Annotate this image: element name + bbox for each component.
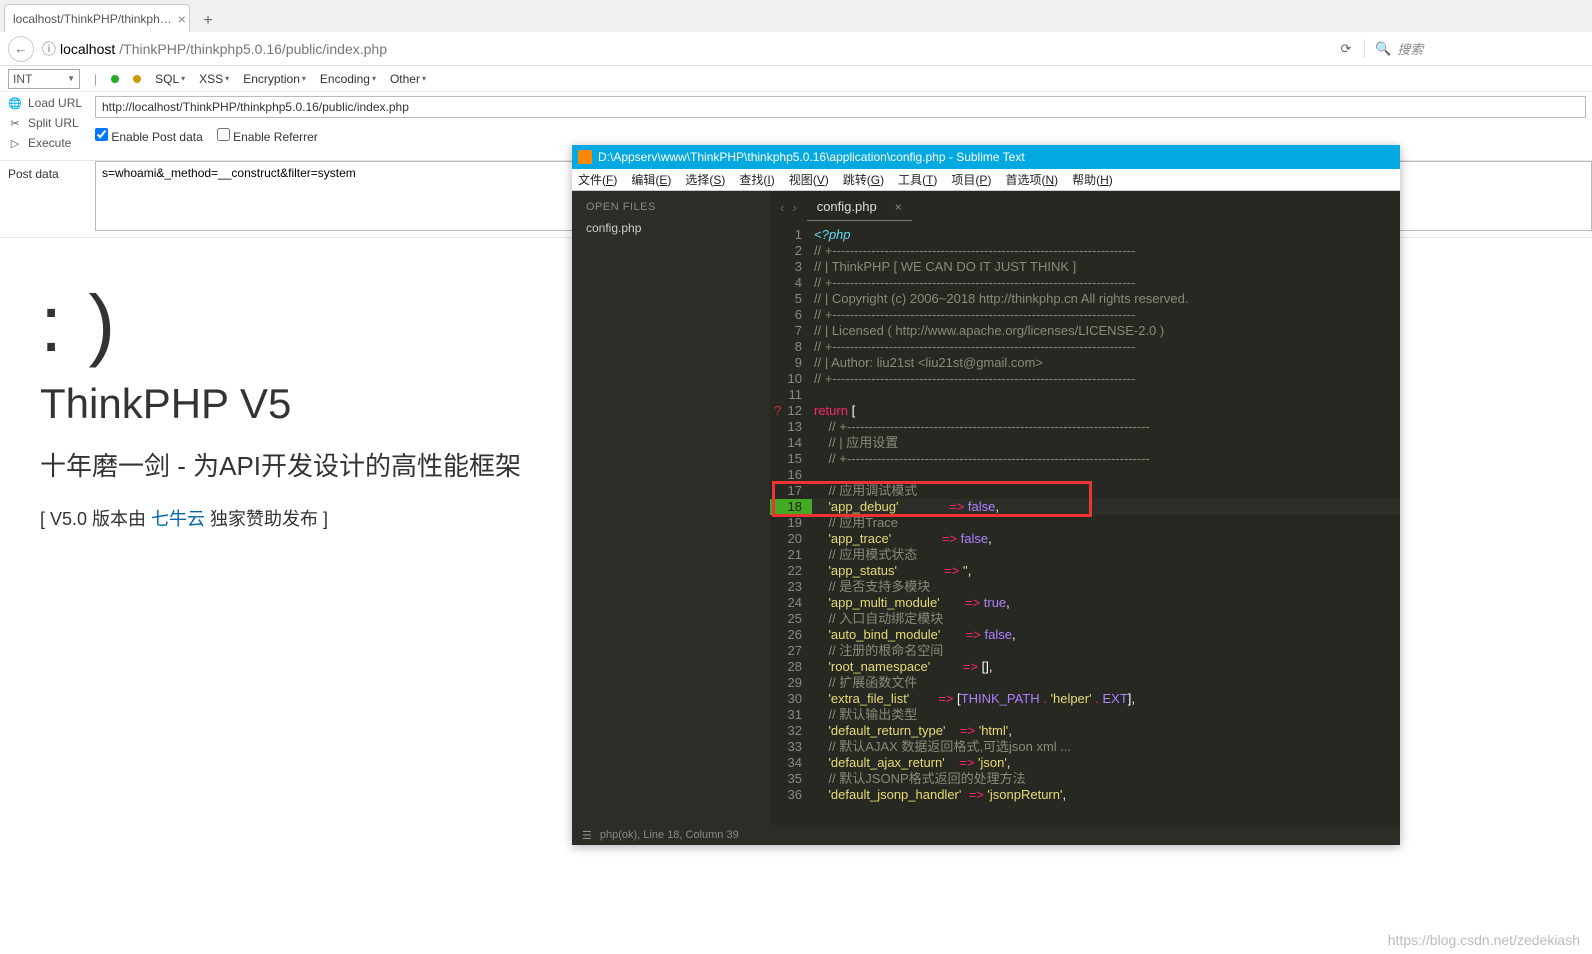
url-host: localhost [60, 41, 115, 57]
hackbar-menu-encryption[interactable]: Encryption▾ [243, 72, 306, 86]
sublime-icon [578, 150, 592, 164]
info-icon: ⓘ [42, 39, 56, 59]
sublime-sidebar: OPEN FILES config.php [572, 191, 770, 825]
status-text: php(ok), Line 18, Column 39 [600, 829, 739, 841]
status-dot-yellow [133, 75, 141, 83]
play-icon: ▷ [8, 136, 22, 150]
menu-item[interactable]: 视图(V) [789, 171, 829, 188]
status-dot-green [111, 75, 119, 83]
tab-label: config.php [817, 199, 877, 214]
split-url-button[interactable]: ✂Split URL [8, 116, 87, 130]
menu-item[interactable]: 选择(S) [685, 171, 725, 188]
editor-tab[interactable]: config.php × [807, 193, 912, 221]
search-placeholder: 搜索 [1397, 39, 1423, 58]
dropdown-label: INT [13, 72, 32, 86]
tab-strip: localhost/ThinkPHP/thinkph… × + [0, 0, 1592, 32]
editor-tabs: ‹ › config.php × [770, 191, 1400, 223]
encoding-dropdown[interactable]: INT ▼ [8, 69, 80, 89]
sublime-titlebar[interactable]: D:\Appserv\www\ThinkPHP\thinkphp5.0.16\a… [572, 145, 1400, 169]
back-button[interactable]: ← [8, 36, 34, 62]
hackbar-menu-sql[interactable]: SQL▾ [155, 72, 185, 86]
nav-fwd-icon[interactable]: › [792, 200, 796, 215]
menu-icon[interactable]: ☰ [582, 829, 592, 842]
menu-item[interactable]: 跳转(G) [843, 171, 884, 188]
sublime-window: D:\Appserv\www\ThinkPHP\thinkphp5.0.16\a… [572, 145, 1400, 845]
menu-item[interactable]: 查找(I) [739, 171, 774, 188]
code-editor[interactable]: 1<?php2// +-----------------------------… [770, 223, 1400, 825]
hackbar-menu-encoding[interactable]: Encoding▾ [320, 72, 376, 86]
sublime-statusbar: ☰ php(ok), Line 18, Column 39 [572, 825, 1400, 845]
sponsor-link[interactable]: 七牛云 [151, 509, 205, 529]
hackbar-actions: 🌐Load URL ✂Split URL ▷Execute [0, 92, 95, 154]
close-icon[interactable]: × [895, 200, 902, 214]
hackbar-menu-xss[interactable]: XSS▾ [199, 72, 229, 86]
globe-icon: 🌐 [8, 96, 22, 110]
url-path: /ThinkPHP/thinkphp5.0.16/public/index.ph… [119, 41, 387, 57]
chevron-down-icon: ▼ [67, 74, 75, 83]
post-data-label: Post data [0, 161, 95, 231]
reload-button[interactable]: ⟳ [1336, 41, 1356, 57]
menu-item[interactable]: 首选项(N) [1005, 171, 1058, 188]
menu-item[interactable]: 工具(T) [898, 171, 937, 188]
nav-back-icon[interactable]: ‹ [780, 200, 784, 215]
sidebar-file[interactable]: config.php [586, 221, 756, 235]
url-field[interactable]: ⓘ localhost/ThinkPHP/thinkphp5.0.16/publ… [42, 39, 1328, 59]
address-bar: ← ⓘ localhost/ThinkPHP/thinkphp5.0.16/pu… [0, 32, 1592, 66]
close-icon[interactable]: × [178, 11, 186, 27]
execute-button[interactable]: ▷Execute [8, 136, 87, 150]
hackbar-menus: SQL▾ XSS▾ Encryption▾ Encoding▾ Other▾ [155, 72, 426, 86]
watermark: https://blog.csdn.net/zedekiash [1388, 932, 1580, 948]
enable-post-checkbox[interactable]: Enable Post data [95, 128, 203, 144]
hackbar-menu-other[interactable]: Other▾ [390, 72, 426, 86]
search-icon: 🔍 [1375, 41, 1391, 57]
menu-item[interactable]: 编辑(E) [631, 171, 671, 188]
menu-item[interactable]: 项目(P) [951, 171, 991, 188]
window-title: D:\Appserv\www\ThinkPHP\thinkphp5.0.16\a… [598, 150, 1025, 164]
scissors-icon: ✂ [8, 116, 22, 130]
menu-item[interactable]: 文件(F) [578, 171, 617, 188]
browser-tab[interactable]: localhost/ThinkPHP/thinkph… × [4, 4, 190, 32]
enable-referrer-checkbox[interactable]: Enable Referrer [217, 128, 318, 144]
url-input[interactable] [95, 96, 1586, 118]
menu-item[interactable]: 帮助(H) [1072, 171, 1113, 188]
hackbar-toolbar: INT ▼ | SQL▾XSS▾Encryption▾Encoding▾Othe… [0, 66, 1592, 92]
open-files-header: OPEN FILES [586, 201, 756, 213]
new-tab-button[interactable]: + [194, 10, 222, 32]
search-box[interactable]: 🔍 搜索 [1364, 39, 1584, 58]
sublime-menubar: 文件(F) 编辑(E) 选择(S) 查找(I) 视图(V) 跳转(G) 工具(T) 项目(P)… [572, 169, 1400, 191]
tab-title: localhost/ThinkPHP/thinkph… [13, 12, 172, 26]
load-url-button[interactable]: 🌐Load URL [8, 96, 87, 110]
